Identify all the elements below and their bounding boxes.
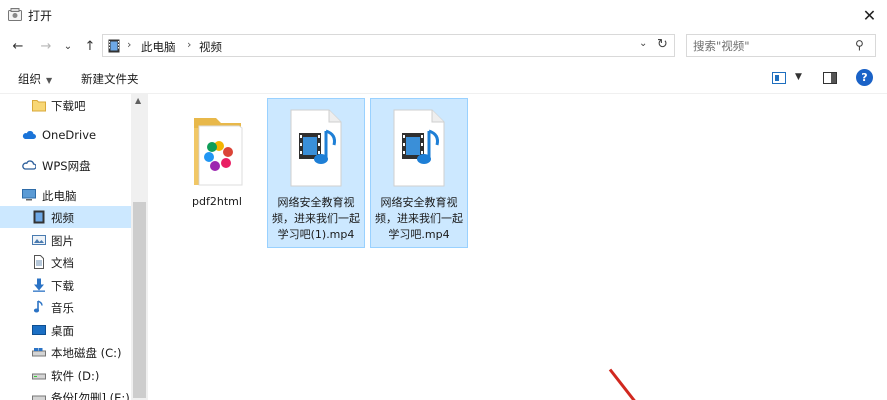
file-item-pdf2html[interactable]: pdf2html (168, 98, 266, 214)
view-options-dropdown-icon[interactable]: ▼ (795, 72, 802, 82)
search-box[interactable]: ⚲ (686, 34, 876, 57)
close-button[interactable]: ✕ (852, 0, 887, 30)
music-icon (33, 300, 43, 313)
help-button[interactable]: ? (856, 69, 873, 86)
close-icon: ✕ (862, 5, 877, 25)
preview-pane-icon[interactable] (823, 72, 837, 84)
sidebar-item-label: 此电脑 (42, 189, 77, 203)
sidebar-item-documents[interactable]: 文档 (0, 251, 131, 273)
drive-c-icon (32, 348, 46, 357)
address-dropdown-icon[interactable]: ⌄ (639, 38, 647, 49)
mp4-file-icon (290, 109, 342, 187)
video-folder-icon (108, 39, 120, 53)
file-item-video-2[interactable]: 网络安全教育视频，进来我们一起学习吧.mp4 (370, 98, 468, 248)
breadcrumb-separator[interactable]: › (187, 38, 191, 51)
sidebar-item-downloads[interactable]: 下载 (0, 274, 131, 296)
drive-e-icon (32, 395, 46, 400)
title-bar: 打开 ✕ (0, 0, 887, 30)
navigation-bar: ← → ⌄ ↑ › 此电脑 › 视频 ⌄ ↻ ⚲ (0, 30, 887, 62)
sidebar-item-label: 文档 (51, 256, 74, 270)
breadcrumb-this-pc[interactable]: 此电脑 (141, 39, 176, 55)
wps-cloud-icon (22, 160, 36, 170)
scroll-up-icon[interactable]: ▲ (135, 96, 141, 105)
search-input[interactable] (693, 38, 843, 53)
cloud-icon (22, 131, 36, 139)
sidebar-item-label: 软件 (D:) (51, 369, 100, 383)
video-thumbnail (281, 105, 351, 191)
organize-button[interactable]: 组织 ▼ (18, 71, 52, 87)
file-name: pdf2html (192, 195, 242, 208)
desktop-icon (32, 325, 46, 335)
folder-thumbnail (182, 104, 252, 190)
pictures-icon (32, 235, 46, 245)
window-title: 打开 (28, 9, 53, 23)
sidebar-item-label: 图片 (51, 234, 74, 248)
mp4-file-icon (393, 109, 445, 187)
sidebar-item-label: WPS网盘 (42, 159, 91, 173)
sidebar-item-label: 备份[勿删] (E:) (51, 391, 130, 400)
up-button[interactable]: ↑ (80, 36, 100, 56)
navigation-pane: 下载吧 OneDrive WPS网盘 此电脑 视频 图片 文档 下载 音乐 桌面 (0, 94, 148, 400)
command-bar: 组织 ▼ 新建文件夹 ▼ ? (0, 62, 887, 94)
app-icon (8, 8, 22, 21)
folder-icon (194, 118, 243, 186)
breadcrumb-videos[interactable]: 视频 (199, 39, 222, 55)
sidebar-item-label: OneDrive (42, 128, 97, 142)
sidebar-item-wps-cloud[interactable]: WPS网盘 (0, 154, 131, 176)
sidebar-item-videos[interactable]: 视频 (0, 206, 131, 228)
sidebar-item-drive-d[interactable]: 软件 (D:) (0, 364, 131, 386)
video-thumbnail (384, 105, 454, 191)
drive-d-icon (32, 373, 46, 380)
sidebar-item-drive-e[interactable]: 备份[勿删] (E:) (0, 386, 131, 400)
sidebar-item-this-pc[interactable]: 此电脑 (0, 184, 131, 206)
sidebar-item-label: 本地磁盘 (C:) (51, 346, 122, 360)
file-item-video-1[interactable]: 网络安全教育视频，进来我们一起学习吧(1).mp4 (267, 98, 365, 248)
download-icon (33, 278, 45, 292)
sidebar-item-drive-c[interactable]: 本地磁盘 (C:) (0, 341, 131, 363)
sidebar-item-label: 视频 (51, 211, 74, 225)
refresh-icon[interactable]: ↻ (657, 37, 668, 52)
folder-icon (32, 100, 46, 112)
sidebar-item-label: 音乐 (51, 301, 74, 315)
documents-icon (34, 255, 44, 269)
sidebar-item-pictures[interactable]: 图片 (0, 229, 131, 251)
change-view-icon[interactable] (772, 72, 786, 84)
file-name: 网络安全教育视频，进来我们一起学习吧.mp4 (375, 196, 463, 241)
address-bar[interactable]: › 此电脑 › 视频 ⌄ ↻ (102, 34, 675, 57)
sidebar-item-xiazaiba[interactable]: 下载吧 (0, 94, 131, 116)
sidebar-item-music[interactable]: 音乐 (0, 296, 131, 318)
sidebar-item-label: 桌面 (51, 324, 74, 338)
sidebar-item-label: 下载吧 (51, 99, 86, 113)
sidebar-item-label: 下载 (51, 279, 74, 293)
file-name: 网络安全教育视频，进来我们一起学习吧(1).mp4 (272, 196, 360, 241)
file-list: pdf2html 网络安全教育视频，进来我们一起学习吧(1).mp4 网络安全教… (148, 94, 887, 400)
sidebar-item-onedrive[interactable]: OneDrive (0, 124, 131, 146)
video-icon (33, 210, 45, 224)
organize-label: 组织 (18, 72, 41, 86)
forward-button[interactable]: → (36, 36, 56, 56)
back-button[interactable]: ← (8, 36, 28, 56)
search-icon[interactable]: ⚲ (855, 38, 864, 52)
recent-locations-button[interactable]: ⌄ (58, 36, 78, 56)
caret-down-icon: ▼ (46, 76, 53, 85)
sidebar-item-desktop[interactable]: 桌面 (0, 319, 131, 341)
breadcrumb-separator[interactable]: › (127, 38, 131, 51)
computer-icon (22, 189, 36, 201)
sidebar-scrollbar-thumb[interactable] (133, 202, 146, 398)
new-folder-button[interactable]: 新建文件夹 (81, 71, 139, 87)
